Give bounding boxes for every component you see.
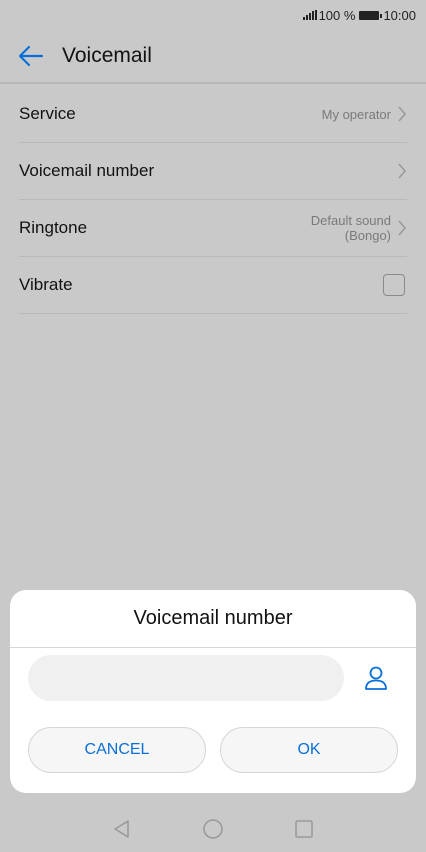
nav-home-icon[interactable]: [202, 818, 224, 840]
page-title: Voicemail: [62, 44, 152, 67]
nav-back-icon[interactable]: [112, 819, 132, 839]
ok-button[interactable]: OK: [220, 727, 398, 773]
status-bar: 100 % 10:00: [0, 0, 426, 30]
setting-value: My operator: [321, 106, 391, 122]
back-arrow-icon: [18, 45, 44, 67]
setting-ringtone[interactable]: Ringtone Default sound (Bongo): [19, 200, 407, 257]
back-button[interactable]: [0, 29, 62, 83]
app-header: Voicemail: [0, 30, 426, 84]
dialog-title: Voicemail number: [10, 590, 416, 648]
setting-service[interactable]: Service My operator: [19, 86, 407, 143]
setting-label: Vibrate: [19, 275, 73, 294]
cancel-button[interactable]: CANCEL: [28, 727, 206, 773]
voicemail-number-input[interactable]: [28, 655, 344, 701]
contact-icon[interactable]: [362, 664, 390, 692]
chevron-right-icon: [398, 220, 407, 236]
nav-recents-icon[interactable]: [294, 819, 314, 839]
setting-label: Ringtone: [19, 218, 88, 237]
settings-list: Service My operator Voicemail number Rin…: [19, 86, 407, 314]
signal-icon: [302, 10, 317, 20]
battery-icon: [359, 10, 383, 20]
navigation-bar: [0, 806, 426, 852]
setting-value-line1: Default sound: [310, 213, 391, 228]
battery-percent: 100 %: [318, 7, 356, 23]
setting-voicemail-number[interactable]: Voicemail number: [19, 143, 407, 200]
setting-value-line2: (Bongo): [344, 228, 391, 243]
vibrate-checkbox[interactable]: [383, 274, 405, 296]
chevron-right-icon: [398, 163, 407, 179]
setting-label: Service: [19, 104, 76, 123]
clock: 10:00: [383, 7, 416, 23]
setting-label: Voicemail number: [19, 161, 155, 180]
voicemail-number-dialog: Voicemail number CANCEL OK: [10, 590, 416, 793]
chevron-right-icon: [398, 106, 407, 122]
setting-vibrate[interactable]: Vibrate: [19, 257, 407, 314]
